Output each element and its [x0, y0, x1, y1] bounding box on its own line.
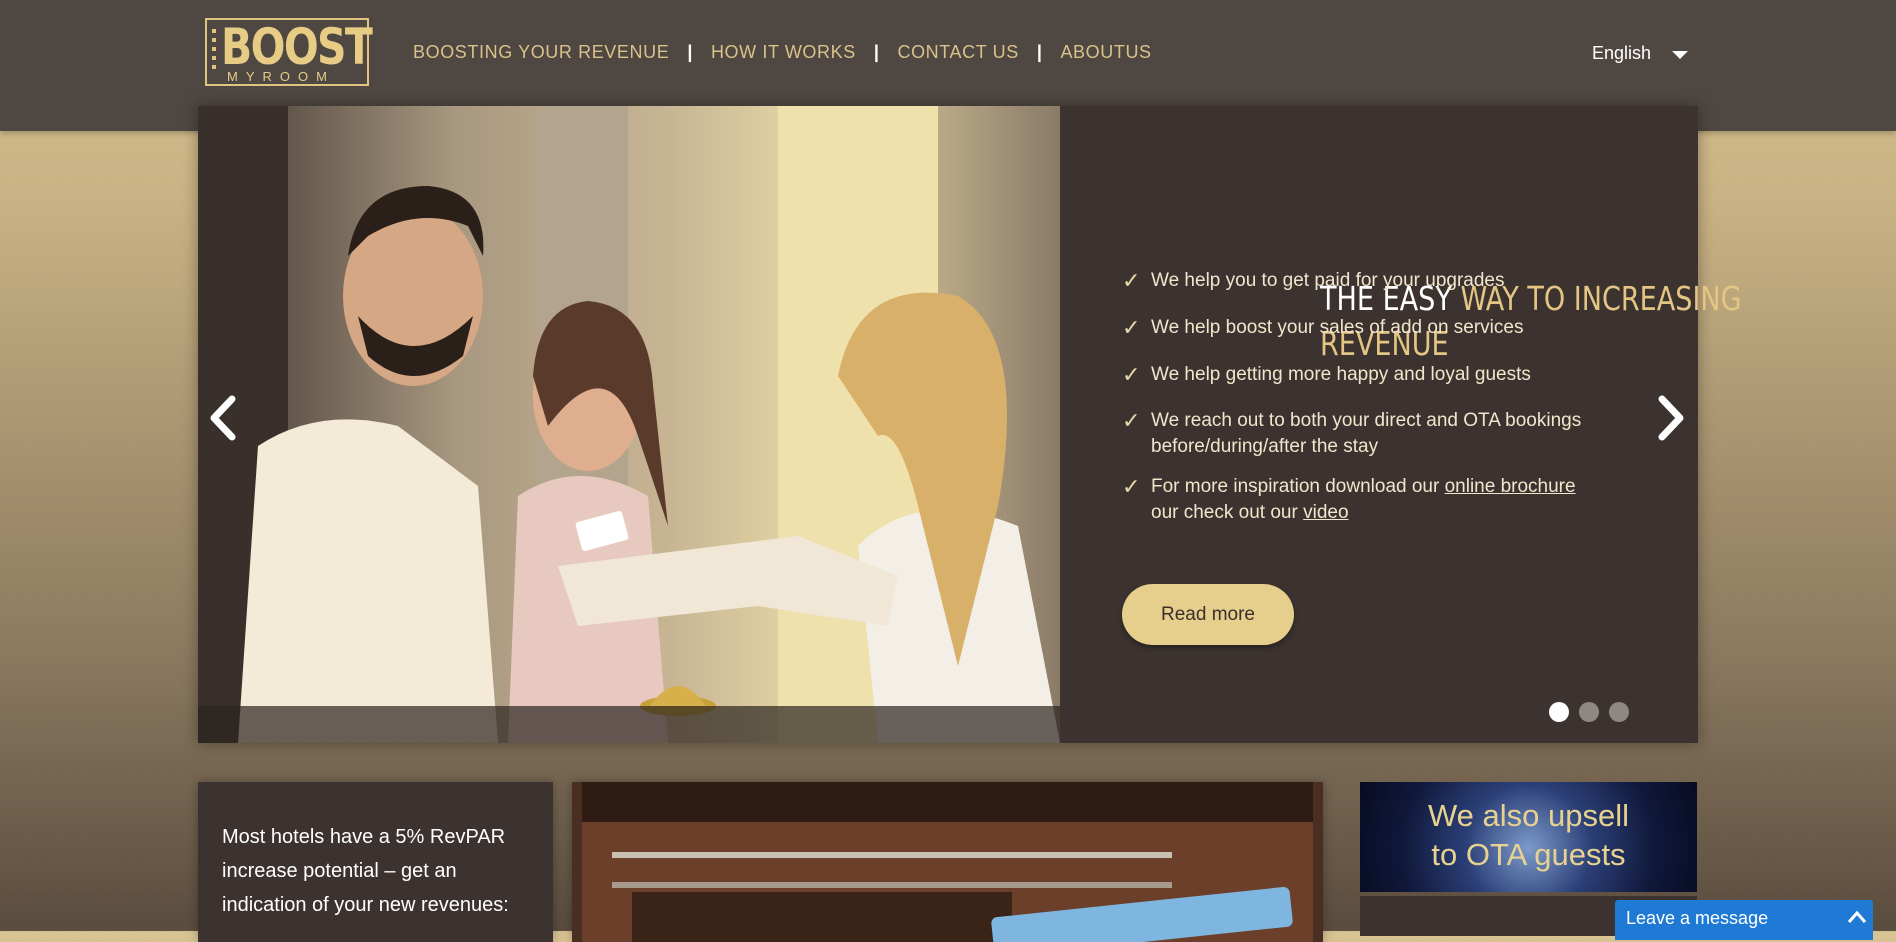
nav-contact-us[interactable]: CONTACT US	[897, 42, 1018, 63]
bullet-text: We help boost your sales of add on servi…	[1151, 317, 1524, 338]
check-icon: ✓	[1122, 474, 1141, 499]
slider-next-arrow-icon[interactable]	[1654, 393, 1690, 443]
video-link[interactable]: video	[1303, 502, 1348, 523]
slide-dot-2[interactable]	[1579, 702, 1599, 722]
bullet-text: We help you to get paid for your upgrade…	[1151, 270, 1505, 291]
ota-line: to OTA guests	[1431, 837, 1626, 872]
nav-how-it-works[interactable]: HOW IT WORKS	[711, 42, 856, 63]
slide-dot-3[interactable]	[1609, 702, 1629, 722]
bullet-text-mid: our check out our	[1151, 502, 1298, 523]
slide-dot-1[interactable]	[1549, 702, 1569, 722]
read-more-button[interactable]: Read more	[1122, 584, 1294, 645]
revpar-line: indication of your new revenues:	[222, 894, 509, 916]
revpar-line: increase potential – get an	[222, 860, 457, 882]
ota-line: We also upsell	[1427, 798, 1630, 833]
online-brochure-link[interactable]: online brochure	[1445, 476, 1576, 497]
ota-upsell-banner[interactable]: We also upsell to OTA guests	[1360, 782, 1697, 892]
bullet-text: We reach out to both your direct and OTA…	[1151, 408, 1581, 460]
slider-prev-arrow-icon[interactable]	[204, 393, 240, 443]
bullet-item: ✓ We help boost your sales of add on ser…	[1122, 315, 1642, 341]
bar-photo-illustration	[572, 782, 1323, 942]
bullet-item: ✓ For more inspiration download our onli…	[1122, 474, 1642, 526]
revpar-text: Most hotels have a 5% RevPAR increase pot…	[222, 820, 542, 922]
check-icon: ✓	[1122, 268, 1141, 293]
check-icon: ✓	[1122, 362, 1141, 387]
bar-photo-card	[572, 782, 1323, 942]
slider-pagination	[1549, 702, 1629, 722]
bullet-item: ✓ We help you to get paid for your upgra…	[1122, 268, 1642, 294]
nav-separator: |	[1036, 41, 1043, 62]
bullet-text: For more inspiration download our online…	[1151, 474, 1576, 526]
bullet-item: ✓ We reach out to both your direct and O…	[1122, 408, 1642, 460]
leave-message-widget[interactable]: Leave a message	[1615, 900, 1873, 940]
bullet-text-pre: For more inspiration download our	[1151, 476, 1440, 497]
logo-wordmark: BOOST	[221, 18, 373, 76]
main-nav: BOOSTING YOUR REVENUE | HOW IT WORKS | C…	[413, 40, 1152, 64]
nav-about-us[interactable]: ABOUTUS	[1060, 42, 1151, 63]
bullet-text: We help getting more happy and loyal gue…	[1151, 364, 1531, 385]
reception-scene-illustration	[198, 106, 1060, 743]
nav-separator: |	[873, 41, 880, 62]
boost-myroom-logo[interactable]: BOOST MYROOM	[205, 18, 373, 86]
hero-photo	[198, 106, 1060, 743]
ota-banner-text: We also upsell to OTA guests	[1360, 796, 1697, 874]
revpar-line: Most hotels have a 5% RevPAR	[222, 826, 506, 848]
nav-separator: |	[687, 41, 693, 62]
revpar-card: Most hotels have a 5% RevPAR increase pot…	[198, 782, 553, 942]
chat-label: Leave a message	[1626, 908, 1769, 928]
chevron-down-icon	[1672, 50, 1689, 59]
chevron-up-icon[interactable]	[1847, 910, 1867, 929]
nav-boosting-your-revenue[interactable]: BOOSTING YOUR REVENUE	[413, 42, 669, 63]
bullet-line: before/during/after the stay	[1151, 436, 1379, 457]
language-selector[interactable]: English	[1592, 43, 1689, 64]
bullet-item: ✓ We help getting more happy and loyal g…	[1122, 362, 1642, 388]
bullet-line: We reach out to both your direct and OTA…	[1151, 410, 1582, 431]
check-icon: ✓	[1122, 408, 1141, 433]
logo-subtitle: MYROOM	[227, 69, 335, 84]
logo-dots	[212, 29, 216, 73]
check-icon: ✓	[1122, 315, 1141, 340]
language-label: English	[1592, 43, 1652, 63]
